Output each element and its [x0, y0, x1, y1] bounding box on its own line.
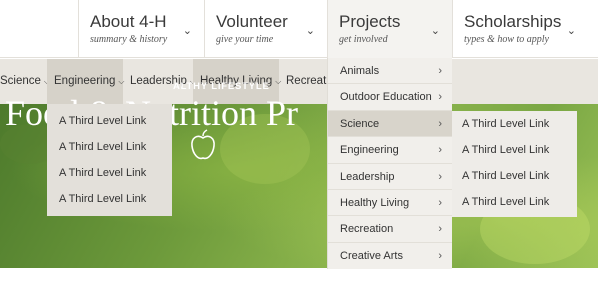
- chevron-right-icon: ›: [438, 170, 442, 183]
- menu-item-label: Outdoor Education: [340, 91, 432, 104]
- chevron-right-icon: ›: [438, 65, 442, 77]
- science-dropdown: A Third Level Link A Third Level Link A …: [452, 111, 577, 217]
- chevron-right-icon: ›: [438, 223, 442, 236]
- nav-item-title: Scholarships: [464, 12, 562, 31]
- menu-item-label: Animals: [340, 65, 380, 77]
- third-level-link[interactable]: A Third Level Link: [47, 134, 172, 160]
- chevron-down-icon: ⌄: [566, 25, 576, 37]
- projects-menu-item-healthy-living[interactable]: Healthy Living ›: [328, 190, 452, 217]
- third-level-link[interactable]: A Third Level Link: [452, 163, 577, 189]
- third-level-link[interactable]: A Third Level Link: [47, 186, 172, 212]
- third-level-link[interactable]: A Third Level Link: [452, 111, 577, 137]
- projects-menu-item-creative-arts[interactable]: Creative Arts ›: [328, 243, 452, 269]
- hero-kicker: ALTHY LIFESTYLE: [173, 81, 270, 92]
- chevron-down-icon: ⌄: [430, 25, 440, 37]
- third-level-link[interactable]: A Third Level Link: [452, 189, 577, 215]
- nav-item-about-4h[interactable]: About 4-H summary & history ⌄: [78, 0, 204, 58]
- chevron-right-icon: ›: [438, 196, 442, 209]
- chevron-down-icon: ⌄: [305, 25, 315, 37]
- nav-item-scholarships[interactable]: Scholarships types & how to apply ⌄: [452, 0, 598, 58]
- main-navigation: About 4-H summary & history ⌄ Volunteer …: [0, 0, 598, 58]
- chevron-right-icon: ›: [438, 117, 442, 130]
- menu-item-label: Healthy Living: [340, 196, 410, 209]
- nav-item-subtitle: types & how to apply: [464, 34, 549, 45]
- menu-item-label: Leadership: [340, 170, 395, 183]
- subnav-label: Science: [0, 75, 41, 87]
- chevron-right-icon: ›: [438, 249, 442, 262]
- projects-menu-item-outdoor-education[interactable]: Outdoor Education ›: [328, 84, 452, 111]
- chevron-right-icon: ›: [438, 91, 442, 104]
- engineering-dropdown: A Third Level Link A Third Level Link A …: [47, 104, 172, 216]
- menu-item-label: Engineering: [340, 144, 399, 157]
- projects-menu-item-science[interactable]: Science ›: [328, 110, 452, 138]
- projects-menu-item-recreation[interactable]: Recreation ›: [328, 216, 452, 243]
- chevron-right-icon: ›: [438, 144, 442, 157]
- third-level-link[interactable]: A Third Level Link: [47, 160, 172, 186]
- projects-dropdown: Animals › Outdoor Education › Science › Eng…: [327, 58, 452, 269]
- menu-item-label: Creative Arts: [340, 249, 403, 262]
- third-level-link[interactable]: A Third Level Link: [452, 137, 577, 163]
- subnav-label: Engineering: [54, 75, 116, 87]
- projects-menu-item-engineering[interactable]: Engineering ›: [328, 137, 452, 164]
- projects-menu-item-leadership[interactable]: Leadership ›: [328, 164, 452, 190]
- nav-item-projects[interactable]: Projects get involved ⌄: [327, 0, 452, 58]
- projects-menu-item-animals[interactable]: Animals ›: [328, 58, 452, 85]
- menu-item-label: Science: [340, 117, 380, 130]
- subnav-label: Recreatio: [286, 75, 327, 87]
- nav-item-volunteer[interactable]: Volunteer give your time ⌄: [204, 0, 327, 58]
- third-level-link[interactable]: A Third Level Link: [47, 108, 172, 134]
- chevron-down-icon: ⌄: [182, 25, 192, 37]
- menu-item-label: Recreation: [340, 223, 394, 236]
